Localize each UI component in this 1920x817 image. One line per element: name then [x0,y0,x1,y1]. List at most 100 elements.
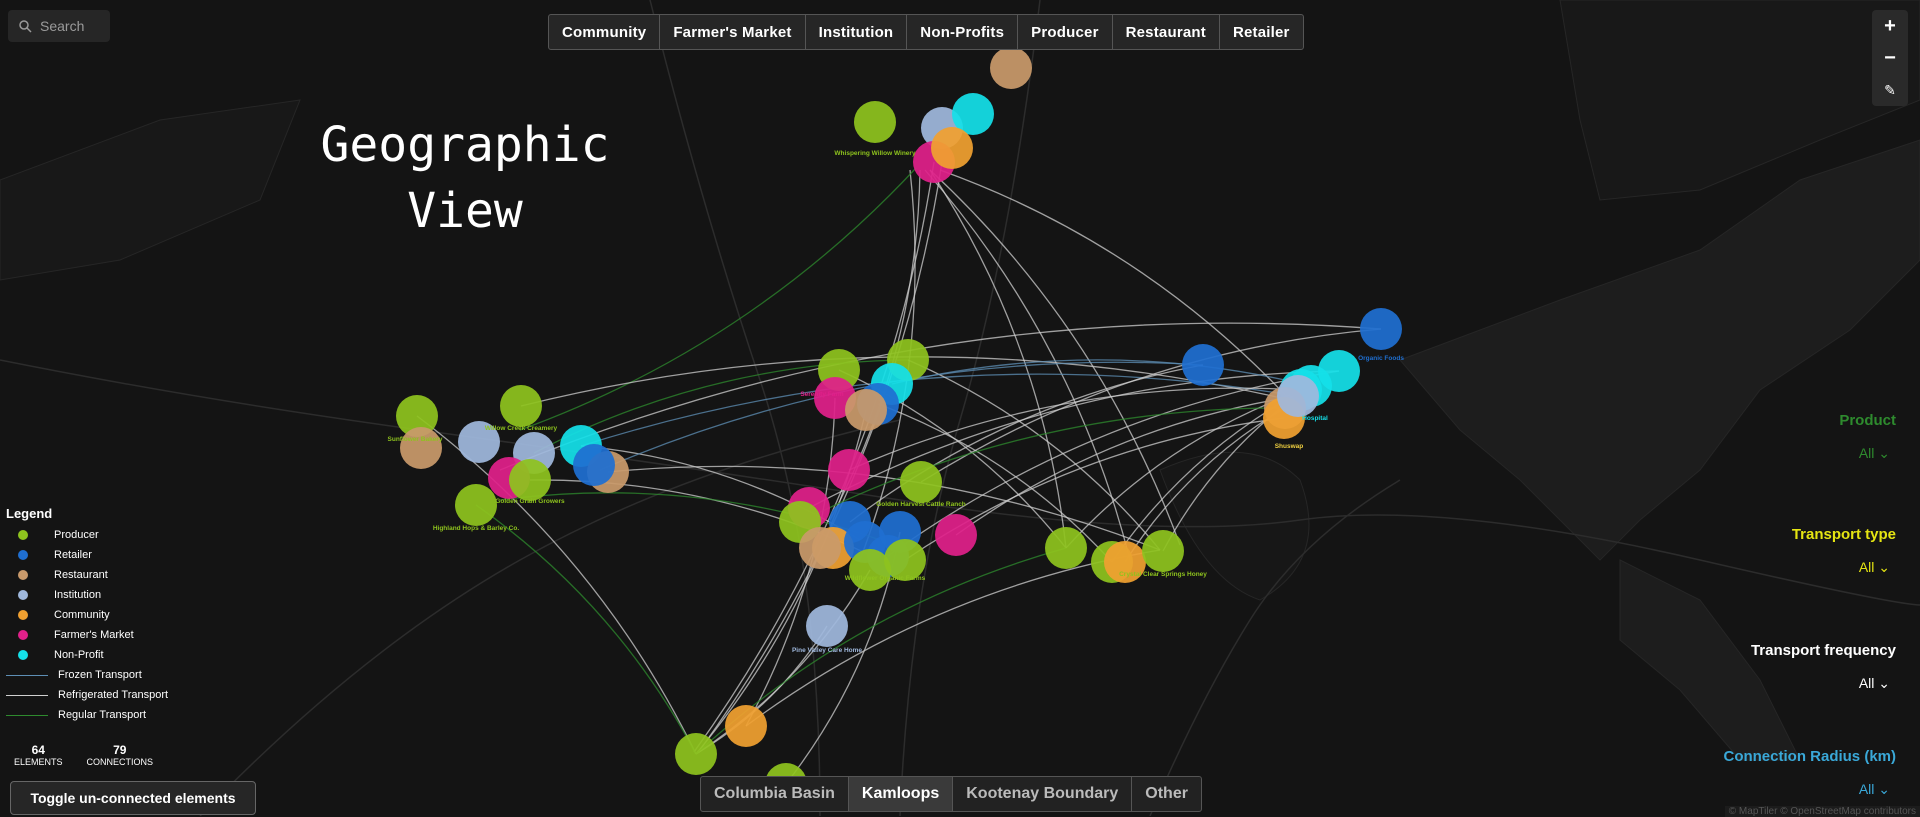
map-node[interactable] [1142,530,1184,572]
region-tab-other[interactable]: Other [1132,777,1201,811]
legend-item-non-profit: Non-Profit [6,645,168,665]
map-node[interactable] [1360,308,1402,350]
legend-line-icon [6,694,48,696]
connection-radius-filter-label: Connection Radius (km) [1723,748,1896,765]
map-node[interactable] [854,101,896,143]
zoom-controls: + − ✎ [1872,10,1908,106]
product-filter-label: Product [1839,412,1896,429]
search-input[interactable]: Search [40,18,84,34]
map-node[interactable] [828,449,870,491]
map-node[interactable] [573,444,615,486]
legend-dot-icon [18,650,28,660]
connections-label: CONNECTIONS [86,757,154,767]
map-attribution: © MapTiler © OpenStreetMap contributors [1724,806,1920,817]
product-filter: Product All ⌄ [1839,412,1896,462]
node-label: Crystal Clear Springs Honey [1119,571,1207,578]
node-label: Golden Grain Growers [495,498,565,505]
node-label: Shuswap [1275,443,1304,450]
edit-tool-icon[interactable]: ✎ [1872,75,1908,105]
category-farmers-market-button[interactable]: Farmer's Market [660,15,806,49]
legend-label: Producer [54,529,99,541]
elements-label: ELEMENTS [14,757,63,767]
map-node[interactable] [990,47,1032,89]
node-label: Organic Foods [1358,355,1404,362]
transport-type-filter-label: Transport type [1791,526,1896,543]
map-node[interactable] [400,427,442,469]
category-retailer-button[interactable]: Retailer [1220,15,1303,49]
node-label: Sunflower Bakery [388,436,443,443]
category-filter-bar: Community Farmer's Market Institution No… [548,14,1304,50]
legend-label: Regular Transport [58,709,147,721]
region-tab-columbia-basin[interactable]: Columbia Basin [701,777,849,811]
legend: Legend Producer Retailer Restaurant Inst… [6,506,168,725]
node-label: Whispering Willow Winery [834,150,916,157]
search-box[interactable]: Search [8,10,110,42]
legend-item-institution: Institution [6,585,168,605]
map-node[interactable] [509,459,551,501]
legend-label: Non-Profit [54,649,104,661]
connections-stat: 79 CONNECTIONS [87,743,154,767]
map-node[interactable] [900,461,942,503]
legend-item-farmers-market: Farmer's Market [6,625,168,645]
legend-dot-icon [18,570,28,580]
region-tabs: Columbia Basin Kamloops Kootenay Boundar… [700,776,1202,812]
map-node[interactable] [845,389,887,431]
node-label: Hospital [1302,415,1328,422]
zoom-in-button[interactable]: + [1872,11,1908,41]
zoom-out-button[interactable]: − [1872,43,1908,73]
legend-dot-icon [18,530,28,540]
legend-label: Retailer [54,549,92,561]
legend-item-restaurant: Restaurant [6,565,168,585]
legend-dot-icon [18,550,28,560]
map-node[interactable] [806,605,848,647]
node-label: Highland Hops & Barley Co. [433,525,520,532]
node-label: Willow Creek Creamery [485,425,558,432]
map-node[interactable] [935,514,977,556]
legend-dot-icon [18,590,28,600]
map-node[interactable] [675,733,717,775]
transport-type-filter-select[interactable]: All ⌄ [1792,559,1890,576]
view-title: Geographic View [320,117,610,239]
map-node[interactable] [1045,527,1087,569]
category-institution-button[interactable]: Institution [806,15,908,49]
node-label: Golden Harvest Cattle Ranch [876,501,966,508]
node-label: Serenity Farm [800,391,844,398]
category-community-button[interactable]: Community [549,15,661,49]
region-tab-kootenay-boundary[interactable]: Kootenay Boundary [953,777,1133,811]
transport-frequency-filter-select[interactable]: All ⌄ [1751,675,1890,692]
legend-label: Institution [54,589,102,601]
elements-count: 64 [31,743,45,757]
product-filter-select[interactable]: All ⌄ [1839,445,1890,462]
legend-label: Refrigerated Transport [58,689,169,701]
region-tab-kamloops[interactable]: Kamloops [848,777,954,811]
legend-title: Legend [6,506,53,521]
category-producer-button[interactable]: Producer [1018,15,1113,49]
map-node[interactable] [799,527,841,569]
map-node[interactable] [1277,375,1319,417]
legend-label: Community [54,609,110,621]
legend-item-regular-transport: Regular Transport [6,705,168,725]
legend-item-refrigerated-transport: Refrigerated Transport [6,685,168,705]
connection-radius-filter: Connection Radius (km) All ⌄ [1723,748,1896,798]
connections-count: 79 [113,743,127,757]
legend-label: Farmer's Market [54,629,134,641]
legend-item-producer: Producer [6,525,168,545]
legend-item-retailer: Retailer [6,545,168,565]
legend-label: Frozen Transport [58,669,142,681]
category-restaurant-button[interactable]: Restaurant [1113,15,1220,49]
transport-frequency-filter: Transport frequency All ⌄ [1751,642,1896,692]
map-node[interactable] [455,484,497,526]
connection-radius-filter-select[interactable]: All ⌄ [1723,781,1890,798]
node-label: Pine Valley Care Home [792,647,862,654]
legend-line-icon [6,714,48,716]
legend-label: Restaurant [54,569,108,581]
category-non-profits-button[interactable]: Non-Profits [907,15,1019,49]
map-node[interactable] [931,127,973,169]
map-node[interactable] [1182,344,1224,386]
map-node[interactable] [500,385,542,427]
legend-dot-icon [18,610,28,620]
map-node[interactable] [725,705,767,747]
transport-frequency-filter-label: Transport frequency [1750,642,1896,659]
legend-line-icon [6,674,48,676]
toggle-unconnected-button[interactable]: Toggle un-connected elements [10,781,256,815]
